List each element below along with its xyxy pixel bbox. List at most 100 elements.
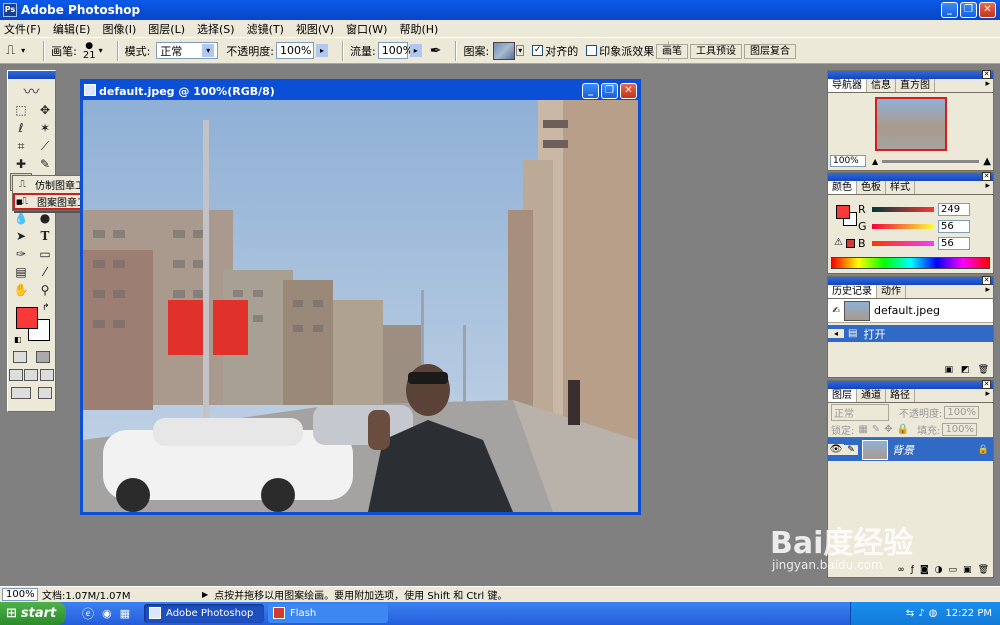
close-icon[interactable]: ✕ [982, 172, 991, 181]
menu-help[interactable]: 帮助(H) [399, 21, 438, 37]
zoom-tool-icon[interactable]: ⚲ [34, 281, 56, 299]
color-spectrum-bar[interactable] [831, 257, 990, 269]
lock-position-icon[interactable]: ✥ [884, 424, 892, 435]
type-tool-icon[interactable]: T [34, 227, 56, 245]
tool-preset-picker[interactable]: ⎍ ▾ [6, 43, 29, 58]
close-icon[interactable]: ✕ [982, 70, 991, 79]
brush-tool-icon[interactable]: ✎ [34, 155, 56, 173]
blend-mode-select[interactable]: 正常 [831, 403, 889, 421]
blur-tool-icon[interactable]: 💧 [10, 209, 32, 227]
imageready-logo-icon[interactable] [37, 387, 52, 399]
screen-mode-standard-icon[interactable] [8, 369, 23, 381]
navigator-zoom-slider[interactable] [882, 159, 980, 163]
panel-header[interactable]: ✕ [828, 276, 993, 285]
history-snapshot[interactable]: ✍ default.jpeg [828, 299, 993, 323]
history-brush-icon[interactable]: ✍ [828, 306, 844, 316]
maximize-button[interactable]: ❐ [960, 2, 977, 18]
magic-wand-tool-icon[interactable]: ✶ [34, 119, 56, 137]
eyedropper-tool-icon[interactable]: ⁄ [34, 263, 56, 281]
swap-colors-icon[interactable]: ↱ [42, 303, 50, 313]
gamut-warning-icon[interactable]: ⚠ [834, 237, 843, 248]
palette-well-tab-brushes[interactable]: 画笔 [656, 44, 688, 59]
zoom-in-icon[interactable]: ▲ [983, 156, 991, 167]
notes-tool-icon[interactable]: ▤ [10, 263, 32, 281]
color-fg-swatch[interactable] [836, 205, 850, 219]
trash-icon[interactable]: 🗑 [978, 365, 989, 375]
tab-channels[interactable]: 通道 [857, 389, 886, 402]
doc-close-button[interactable]: ✕ [620, 83, 637, 99]
panel-header[interactable]: ✕ [828, 70, 993, 79]
palette-well-tab-presets[interactable]: 工具预设 [690, 44, 742, 59]
layer-row[interactable]: 👁 ✎ 背景 🔒 [828, 437, 993, 461]
lock-all-icon[interactable]: 🔒 [897, 424, 909, 435]
channel-r-value[interactable]: 249 [938, 203, 970, 216]
layer-mask-icon[interactable]: ◙ [920, 565, 929, 575]
lasso-tool-icon[interactable]: ℓ [10, 119, 32, 137]
crop-tool-icon[interactable]: ⌗ [10, 137, 32, 155]
channel-b-value[interactable]: 56 [938, 237, 970, 250]
doc-maximize-button[interactable]: ❐ [601, 83, 618, 99]
aligned-checkbox[interactable]: ✓ 对齐的 [532, 43, 578, 59]
zoom-out-icon[interactable]: ▲ [872, 157, 878, 166]
fill-value[interactable]: 100% [942, 422, 978, 436]
chevron-right-icon[interactable]: ▸ [316, 44, 329, 57]
standard-mode-icon[interactable] [12, 351, 27, 363]
new-group-icon[interactable]: ▭ [949, 565, 958, 575]
panel-menu-icon[interactable]: ▸ [985, 181, 990, 191]
opacity-input[interactable]: 100% [276, 42, 315, 59]
navigator-zoom-value[interactable]: 100% [830, 155, 866, 167]
chevron-down-icon[interactable]: ▾ [516, 45, 525, 56]
channel-r-slider[interactable] [872, 207, 934, 212]
lock-transparent-icon[interactable]: ▦ [858, 424, 867, 435]
close-icon[interactable]: ✕ [982, 276, 991, 285]
menu-edit[interactable]: 编辑(E) [53, 21, 91, 37]
tab-swatches[interactable]: 色板 [857, 181, 886, 194]
jump-to-imageready-icon[interactable] [11, 387, 32, 399]
flow-input[interactable]: 100% [377, 42, 413, 59]
panel-header[interactable]: ✕ [828, 380, 993, 389]
panel-header[interactable]: ✕ [828, 172, 993, 181]
screen-mode-full-menu-icon[interactable] [24, 369, 39, 381]
document-title-bar[interactable]: default.jpeg @ 100%(RGB/8) _ ❐ ✕ [83, 82, 638, 100]
tab-navigator[interactable]: 导航器 [828, 79, 867, 92]
close-button[interactable]: ✕ [979, 2, 996, 18]
ie-quicklaunch-icon[interactable]: ⓔ [82, 605, 94, 622]
task-photoshop[interactable]: Adobe Photoshop [144, 604, 265, 623]
airbrush-button[interactable]: ✒ [430, 43, 442, 59]
desktop-quicklaunch-icon[interactable]: ▦ [120, 607, 130, 620]
history-step[interactable]: ◂ ▤ 打开 [828, 325, 993, 342]
tab-histogram[interactable]: 直方图 [896, 79, 935, 92]
screen-mode-full-icon[interactable] [40, 369, 55, 381]
new-layer-icon[interactable]: ▣ [963, 565, 972, 575]
menu-filter[interactable]: 滤镜(T) [247, 21, 284, 37]
menu-layer[interactable]: 图层(L) [148, 21, 185, 37]
panel-menu-icon[interactable]: ▸ [985, 285, 990, 295]
tab-styles[interactable]: 样式 [886, 181, 915, 194]
pen-tool-icon[interactable]: ✑ [10, 245, 32, 263]
close-icon[interactable]: ✕ [982, 380, 991, 389]
menu-view[interactable]: 视图(V) [296, 21, 334, 37]
panel-menu-icon[interactable]: ▸ [985, 389, 990, 399]
menu-file[interactable]: 文件(F) [4, 21, 41, 37]
palette-well-tab-comps[interactable]: 图层复合 [744, 44, 796, 59]
path-selection-tool-icon[interactable]: ➤ [10, 227, 32, 245]
channel-g-value[interactable]: 56 [938, 220, 970, 233]
menu-window[interactable]: 窗口(W) [346, 21, 387, 37]
network-icon[interactable]: ⇆ [906, 608, 914, 619]
menu-image[interactable]: 图像(I) [102, 21, 136, 37]
move-tool-icon[interactable]: ✥ [34, 101, 56, 119]
marquee-tool-icon[interactable]: ⬚ [10, 101, 32, 119]
hand-tool-icon[interactable]: ✋ [10, 281, 32, 299]
panel-menu-icon[interactable]: ▸ [985, 79, 990, 89]
clock[interactable]: 12:22 PM [945, 608, 992, 619]
tab-paths[interactable]: 路径 [886, 389, 915, 402]
chevron-down-icon[interactable]: ▾ [99, 46, 103, 55]
doc-minimize-button[interactable]: _ [582, 83, 599, 99]
foreground-color-swatch[interactable] [16, 307, 38, 329]
mode-select[interactable]: 正常 ▾ [156, 42, 219, 59]
volume-icon[interactable]: ♪ [918, 608, 924, 619]
tab-layers[interactable]: 图层 [828, 389, 857, 402]
brush-link-icon[interactable]: ✎ [844, 444, 858, 455]
photoshop-feather-icon[interactable]: 〰 [8, 79, 55, 101]
channel-b-slider[interactable] [872, 241, 934, 246]
